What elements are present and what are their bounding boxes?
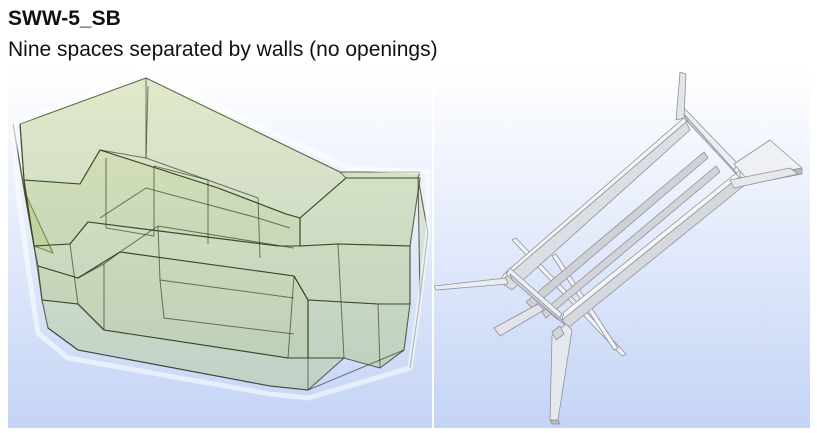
page-subtitle: Nine spaces separated by walls (no openi… [8,38,438,61]
page-title: SWW-5_SB [8,7,121,30]
fin-bottom-edge [549,419,561,425]
space-model-viewport[interactable] [8,68,432,428]
wall-model-drawing [434,68,810,428]
wall-model-viewport[interactable] [434,68,810,428]
space-model-drawing [8,68,432,428]
